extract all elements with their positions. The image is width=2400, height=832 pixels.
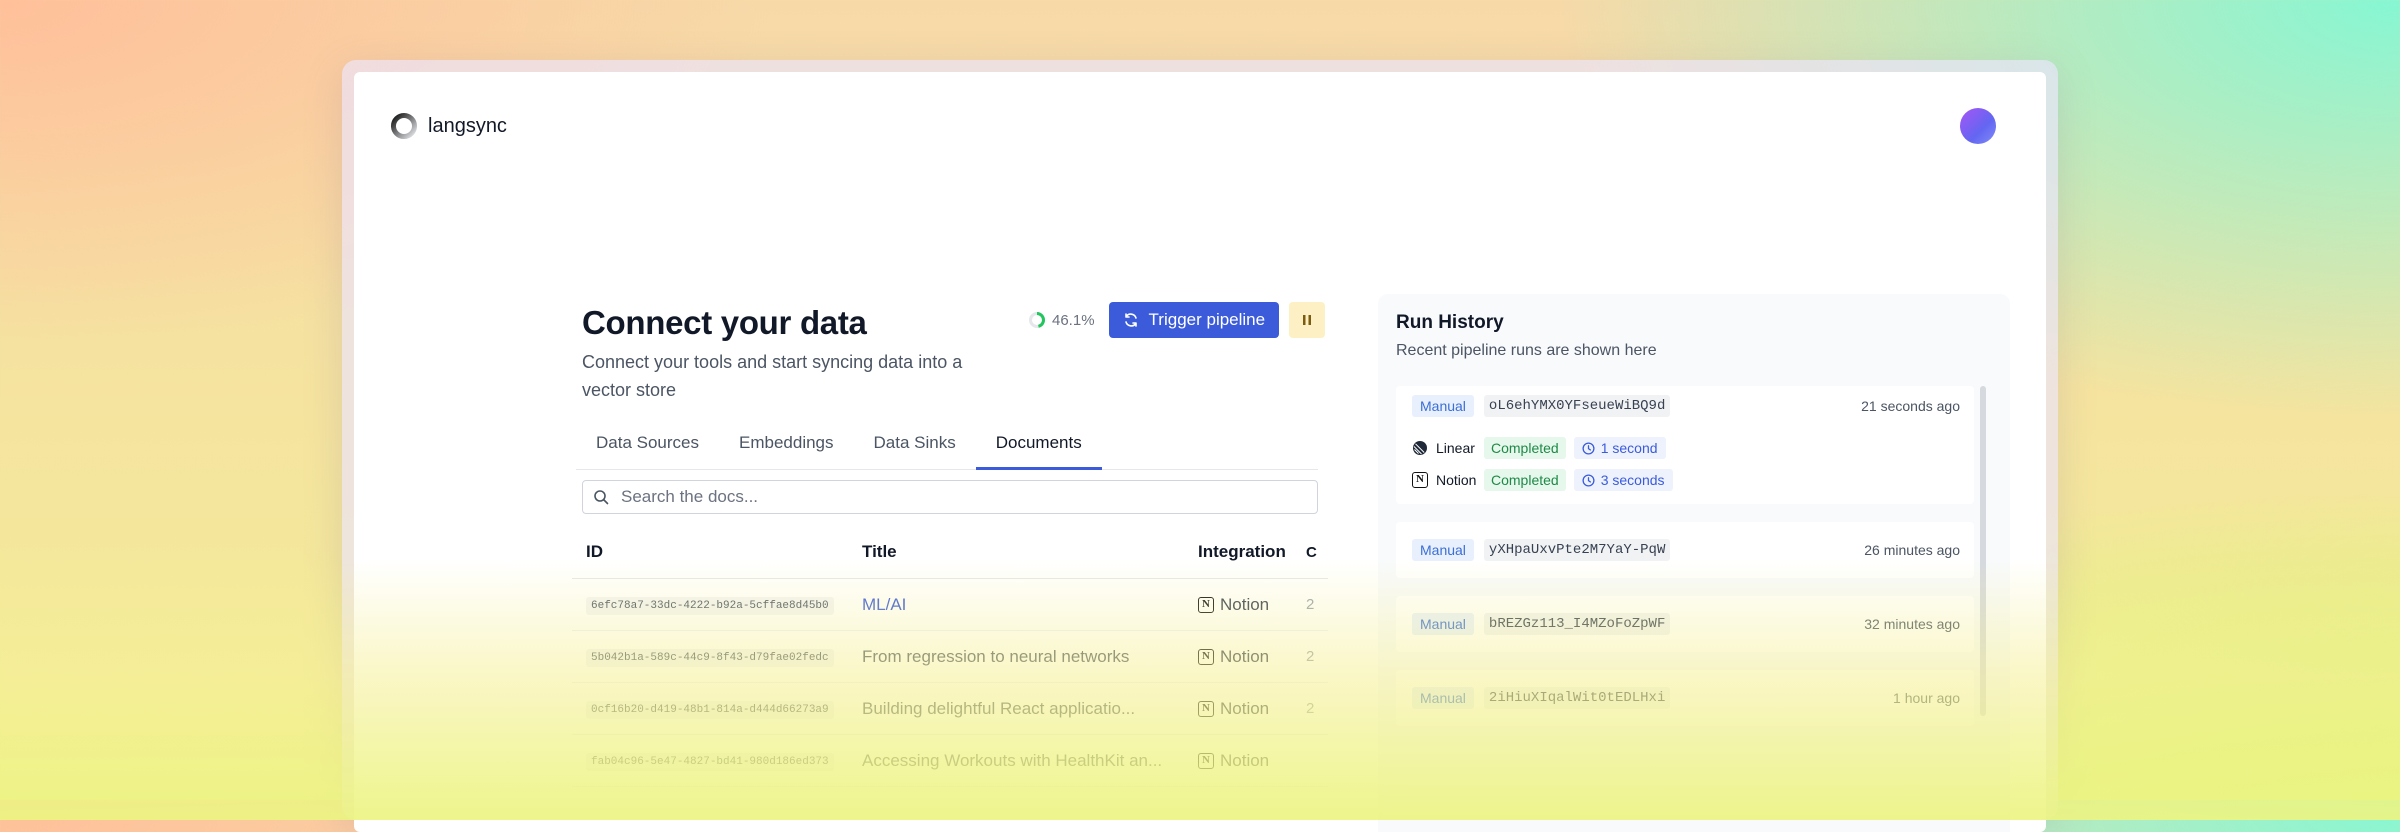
pause-button[interactable] xyxy=(1289,302,1326,338)
table-row[interactable]: 5b042b1a-589c-44c9-8f43-d79fae02fedc Fro… xyxy=(572,631,1328,683)
pipeline-progress: 46.1% xyxy=(1028,311,1095,329)
run-card[interactable]: Manual oL6ehYMX0YFseueWiBQ9d 21 seconds … xyxy=(1396,386,1974,504)
run-integration-line: Linear Completed 1 second xyxy=(1412,432,1958,464)
page-subtitle: Connect your tools and start syncing dat… xyxy=(582,352,963,400)
status-badge: Completed xyxy=(1484,437,1566,459)
pipeline-actions: 46.1% Trigger pipeline xyxy=(1028,302,1326,338)
run-id: oL6ehYMX0YFseueWiBQ9d xyxy=(1483,395,1671,417)
run-time: 21 seconds ago xyxy=(1861,398,1960,414)
document-integration: N Notion xyxy=(1192,595,1306,615)
user-avatar[interactable] xyxy=(1960,108,1996,144)
integration-name: Notion xyxy=(1220,750,1270,770)
progress-percent: 46.1% xyxy=(1052,311,1095,329)
column-header-title[interactable]: Title xyxy=(856,542,1192,562)
run-id: bREZGz113_I4MZoFoZpWF xyxy=(1483,613,1671,635)
run-integration-line: N Notion Completed 3 seconds xyxy=(1412,464,1958,496)
app-window: langsync Connect your data Connect your … xyxy=(354,72,2046,832)
app-name: langsync xyxy=(428,114,507,137)
run-id: 2iHiuXIqalWit0tEDLHxi xyxy=(1483,687,1671,709)
run-list: Manual oL6ehYMX0YFseueWiBQ9d 21 seconds … xyxy=(1396,386,1974,744)
integration-name: Notion xyxy=(1436,472,1477,488)
run-history-panel: Run History Recent pipeline runs are sho… xyxy=(1378,294,2010,832)
truncated-cell: 2 xyxy=(1306,648,1315,665)
clock-icon xyxy=(1582,441,1595,455)
column-header-integration[interactable]: Integration xyxy=(1192,542,1306,562)
document-title-link[interactable]: ML/AI xyxy=(856,595,1192,615)
integration-name: Notion xyxy=(1220,698,1270,718)
trigger-pipeline-button[interactable]: Trigger pipeline xyxy=(1108,302,1280,338)
document-integration: N Notion xyxy=(1192,699,1306,719)
refresh-icon xyxy=(1124,313,1137,327)
integration-name: Notion xyxy=(1220,594,1270,614)
run-card[interactable]: Manual yXHpaUxvPte2M7YaY-PqW 26 minutes … xyxy=(1396,522,1974,578)
table-header: ID Title Integration C xyxy=(572,526,1328,579)
tab-data-sources[interactable]: Data Sources xyxy=(576,429,719,469)
table-row[interactable]: 6efc78a7-33dc-4222-b92a-5cffae8d45b0 ML/… xyxy=(572,579,1328,631)
clock-icon xyxy=(1582,473,1595,487)
run-history-subtitle: Recent pipeline runs are shown here xyxy=(1396,342,1657,359)
document-integration: N Notion xyxy=(1192,751,1306,771)
trigger-pipeline-label: Trigger pipeline xyxy=(1148,310,1266,329)
run-time: 1 hour ago xyxy=(1893,690,1960,706)
run-trigger-badge: Manual xyxy=(1412,539,1474,561)
run-trigger-badge: Manual xyxy=(1412,687,1474,709)
duration-text: 3 seconds xyxy=(1600,472,1665,488)
document-id: 5b042b1a-589c-44c9-8f43-d79fae02fedc xyxy=(586,648,834,667)
document-title: Accessing Workouts with HealthKit an... xyxy=(862,750,1163,770)
tab-bar: Data Sources Embeddings Data Sinks Docum… xyxy=(576,429,1318,470)
main-panel: Connect your data Connect your tools and… xyxy=(572,302,1332,787)
notion-icon: N xyxy=(1198,752,1214,769)
brand[interactable]: langsync xyxy=(390,112,507,140)
document-id: 6efc78a7-33dc-4222-b92a-5cffae8d45b0 xyxy=(586,596,834,615)
integration-name: Notion xyxy=(1220,646,1270,666)
status-badge: Completed xyxy=(1484,469,1566,491)
document-title: Building delightful React applicatio... xyxy=(862,698,1136,718)
run-details: Linear Completed 1 second N Notion Compl… xyxy=(1396,426,1974,504)
run-card[interactable]: Manual bREZGz113_I4MZoFoZpWF 32 minutes … xyxy=(1396,596,1974,652)
integration-name: Linear xyxy=(1436,440,1475,456)
run-card[interactable]: Manual 2iHiuXIqalWit0tEDLHxi 1 hour ago xyxy=(1396,670,1974,726)
notion-icon: N xyxy=(1198,596,1214,613)
spinner-logo-icon xyxy=(391,113,417,139)
notion-icon: N xyxy=(1198,648,1214,665)
document-id: fab04c96-5e47-4827-bd41-980d186ed373 xyxy=(586,752,834,771)
run-trigger-badge: Manual xyxy=(1412,395,1474,417)
table-row[interactable]: 0cf16b20-d419-48b1-814a-d444d66273a9 Bui… xyxy=(572,683,1328,735)
document-integration: N Notion xyxy=(1192,647,1306,667)
documents-table: ID Title Integration C 6efc78a7-33dc-422… xyxy=(572,526,1328,787)
document-title: From regression to neural networks xyxy=(862,646,1130,666)
pause-icon xyxy=(1303,315,1312,325)
notion-icon: N xyxy=(1198,700,1214,717)
truncated-cell: 2 xyxy=(1306,596,1315,613)
document-id: 0cf16b20-d419-48b1-814a-d444d66273a9 xyxy=(586,700,834,719)
run-time: 26 minutes ago xyxy=(1864,542,1960,558)
duration-badge: 1 second xyxy=(1573,437,1666,459)
tab-documents[interactable]: Documents xyxy=(975,429,1102,470)
search-input[interactable] xyxy=(619,486,1307,508)
run-id: yXHpaUxvPte2M7YaY-PqW xyxy=(1483,539,1671,561)
column-header-id[interactable]: ID xyxy=(572,542,856,562)
tab-embeddings[interactable]: Embeddings xyxy=(719,429,854,469)
search-icon xyxy=(594,490,609,505)
progress-ring-icon xyxy=(1029,312,1045,328)
run-time: 32 minutes ago xyxy=(1864,616,1960,632)
run-trigger-badge: Manual xyxy=(1412,613,1474,635)
truncated-cell: 2 xyxy=(1306,700,1315,717)
run-history-scrollbar[interactable] xyxy=(1980,386,1986,716)
run-history-title: Run History xyxy=(1396,312,1504,333)
tab-data-sinks[interactable]: Data Sinks xyxy=(854,429,976,469)
notion-icon: N xyxy=(1412,472,1428,488)
table-row[interactable]: fab04c96-5e47-4827-bd41-980d186ed373 Acc… xyxy=(572,735,1328,787)
linear-icon xyxy=(1413,441,1427,455)
duration-text: 1 second xyxy=(1600,440,1658,456)
column-header-truncated: C xyxy=(1306,543,1317,561)
search-box xyxy=(582,480,1318,514)
duration-badge: 3 seconds xyxy=(1573,469,1673,491)
